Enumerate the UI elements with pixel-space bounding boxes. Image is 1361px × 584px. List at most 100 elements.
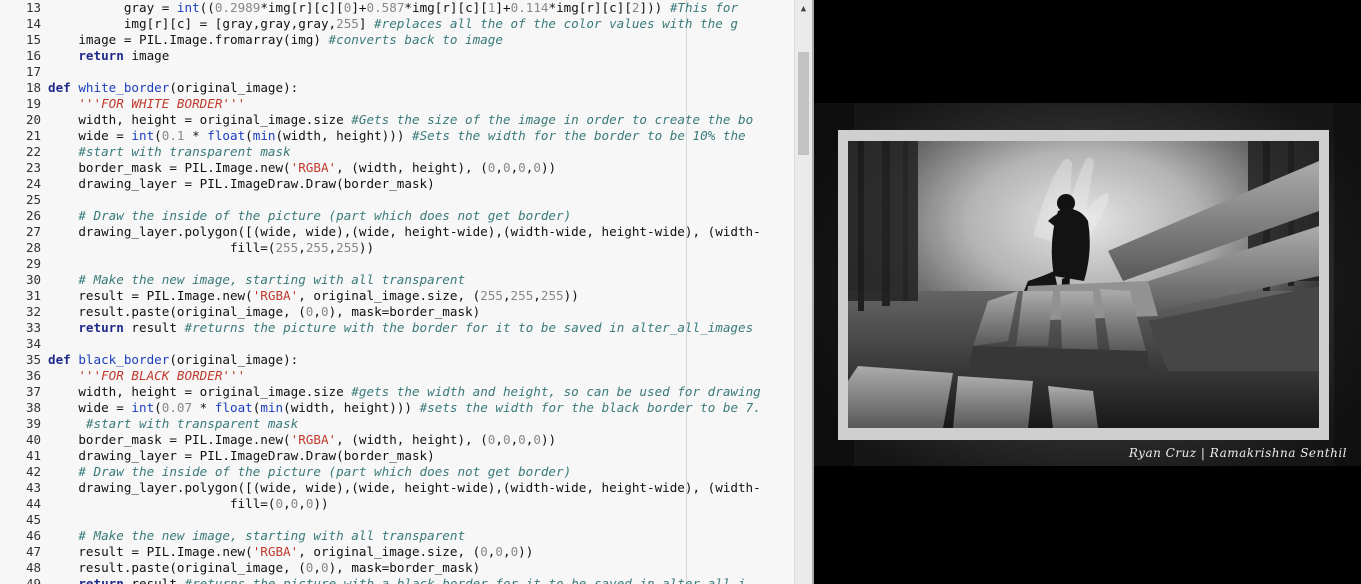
code-token: (width, height))) [283,400,420,415]
chevron-up-icon[interactable]: ▲ [795,0,812,16]
code-line[interactable]: gray = int((0.2989*img[r][c][0]+0.587*im… [48,0,738,16]
code-token: return [78,320,124,335]
code-token: ), mask=border_mask) [328,560,481,575]
line-number: 40 [25,432,41,447]
line-number: 47 [25,544,41,559]
code-token: #start with transparent mask [78,144,291,159]
line-number: 33 [25,320,41,335]
line-number: 32 [25,304,41,319]
vertical-scrollbar[interactable]: ▲ [794,0,812,584]
code-line[interactable]: img[r][c] = [gray,gray,gray,255] #replac… [48,16,738,32]
code-line[interactable]: fill=(0,0,0)) [48,496,329,512]
line-number: 31 [25,288,41,303]
line-number: 34 [25,336,41,351]
code-token: 'RGBA' [252,288,299,303]
line-number: 23 [25,160,41,175]
scrollbar-thumb[interactable] [798,52,809,155]
code-line[interactable]: wide = int(0.07 * float(min(width, heigh… [48,400,760,416]
code-token: '''FOR WHITE BORDER''' [78,96,246,111]
code-token: * [184,128,208,143]
code-token: int [131,128,155,143]
code-line[interactable]: # Make the new image, starting with all … [48,528,465,544]
code-line[interactable]: return result #returns the picture with … [48,320,753,336]
code-line[interactable]: image = PIL.Image.fromarray(img) #conver… [48,32,503,48]
code-line[interactable]: result = PIL.Image.new('RGBA', original_… [48,544,533,560]
code-line[interactable]: border_mask = PIL.Image.new('RGBA', (wid… [48,160,556,176]
code-token: drawing_layer = PIL.ImageDraw.Draw(borde… [48,448,435,463]
line-number: 14 [25,16,41,31]
code-line[interactable]: width, height = original_image.size #get… [48,384,760,400]
code-token: # Make the new image, starting with all … [78,272,466,287]
code-token: result [123,320,185,335]
code-line[interactable]: return result #returns the picture with … [48,576,745,584]
code-line[interactable]: wide = int(0.1 * float(min(width, height… [48,128,745,144]
code-token: white_border [78,80,170,95]
code-line[interactable]: #start with transparent mask [48,144,291,160]
code-token: 'RGBA' [290,160,337,175]
code-token: #converts back to image [328,32,503,47]
line-number: 42 [25,464,41,479]
code-token: return [78,48,124,63]
code-token: , (width, height), ( [336,432,488,447]
code-editor[interactable]: 13 14 15 16 17 18 19 20 21 22 23 24 25 26 27 28 29 30 31 32… [0,0,812,584]
code-token: min [252,128,276,143]
code-token: 2 [631,0,640,15]
code-token: float [207,128,246,143]
code-token: width, height = original_image.size [48,384,352,399]
white-border-frame [838,130,1329,440]
code-line[interactable]: #start with transparent mask [48,416,298,432]
code-token: result.paste(original_image, ( [48,304,306,319]
code-token: '''FOR BLACK BORDER''' [78,368,246,383]
code-token: 0.2989 [214,0,261,15]
code-line[interactable]: result.paste(original_image, (0,0), mask… [48,560,480,576]
code-line[interactable]: drawing_layer.polygon([(wide, wide),(wid… [48,224,761,240]
code-token: image = PIL.Image.fromarray(img) [48,32,329,47]
code-line[interactable]: drawing_layer = PIL.ImageDraw.Draw(borde… [48,176,434,192]
code-token: , [533,288,541,303]
line-number: 41 [25,448,41,463]
code-line[interactable]: fill=(255,255,255)) [48,240,374,256]
code-line[interactable]: # Draw the inside of the picture (part w… [48,464,571,480]
code-token: 0 [320,560,329,575]
code-token: 0.1 [161,128,185,143]
code-line[interactable]: def black_border(original_image): [48,352,298,368]
line-number: 29 [25,256,41,271]
code-line[interactable]: def white_border(original_image): [48,80,298,96]
code-line[interactable]: border_mask = PIL.Image.new('RGBA', (wid… [48,432,556,448]
line-number: 39 [25,416,41,431]
code-token: ( [245,128,253,143]
line-number: 37 [25,384,41,399]
code-line[interactable]: result.paste(original_image, (0,0), mask… [48,304,480,320]
code-token: drawing_layer.polygon([(wide, wide),(wid… [48,480,761,495]
code-token: img[r][c] = [gray,gray,gray, [48,16,337,31]
line-number: 35 [25,352,41,367]
code-line[interactable]: '''FOR BLACK BORDER''' [48,368,245,384]
code-token: )) [358,240,375,255]
code-line[interactable]: # Make the new image, starting with all … [48,272,465,288]
code-token: #start with transparent mask [85,416,299,431]
image-viewer: Ryan Cruz | Ramakrishna Senthil [814,0,1361,584]
code-line[interactable]: # Draw the inside of the picture (part w… [48,208,571,224]
code-token: # Make the new image, starting with all … [78,528,466,543]
code-line[interactable]: drawing_layer = PIL.ImageDraw.Draw(borde… [48,448,435,464]
code-token: black_border [78,352,170,367]
code-line[interactable]: drawing_layer.polygon([(wide, wide),(wid… [48,480,761,496]
code-token: 'RGBA' [290,432,337,447]
code-token: ]+ [495,0,511,15]
code-line[interactable]: result = PIL.Image.new('RGBA', original_… [48,288,578,304]
code-line[interactable]: '''FOR WHITE BORDER''' [48,96,245,112]
code-token: (original_image): [169,80,299,95]
code-token: 255 [336,240,359,255]
line-number: 28 [25,240,41,255]
bordered-photo: Ryan Cruz | Ramakrishna Senthil [814,103,1361,466]
code-line[interactable]: width, height = original_image.size #Get… [48,112,753,128]
code-line[interactable]: return image [48,48,169,64]
code-token: drawing_layer.polygon([(wide, wide),(wid… [48,224,761,239]
line-number: 25 [25,192,41,207]
